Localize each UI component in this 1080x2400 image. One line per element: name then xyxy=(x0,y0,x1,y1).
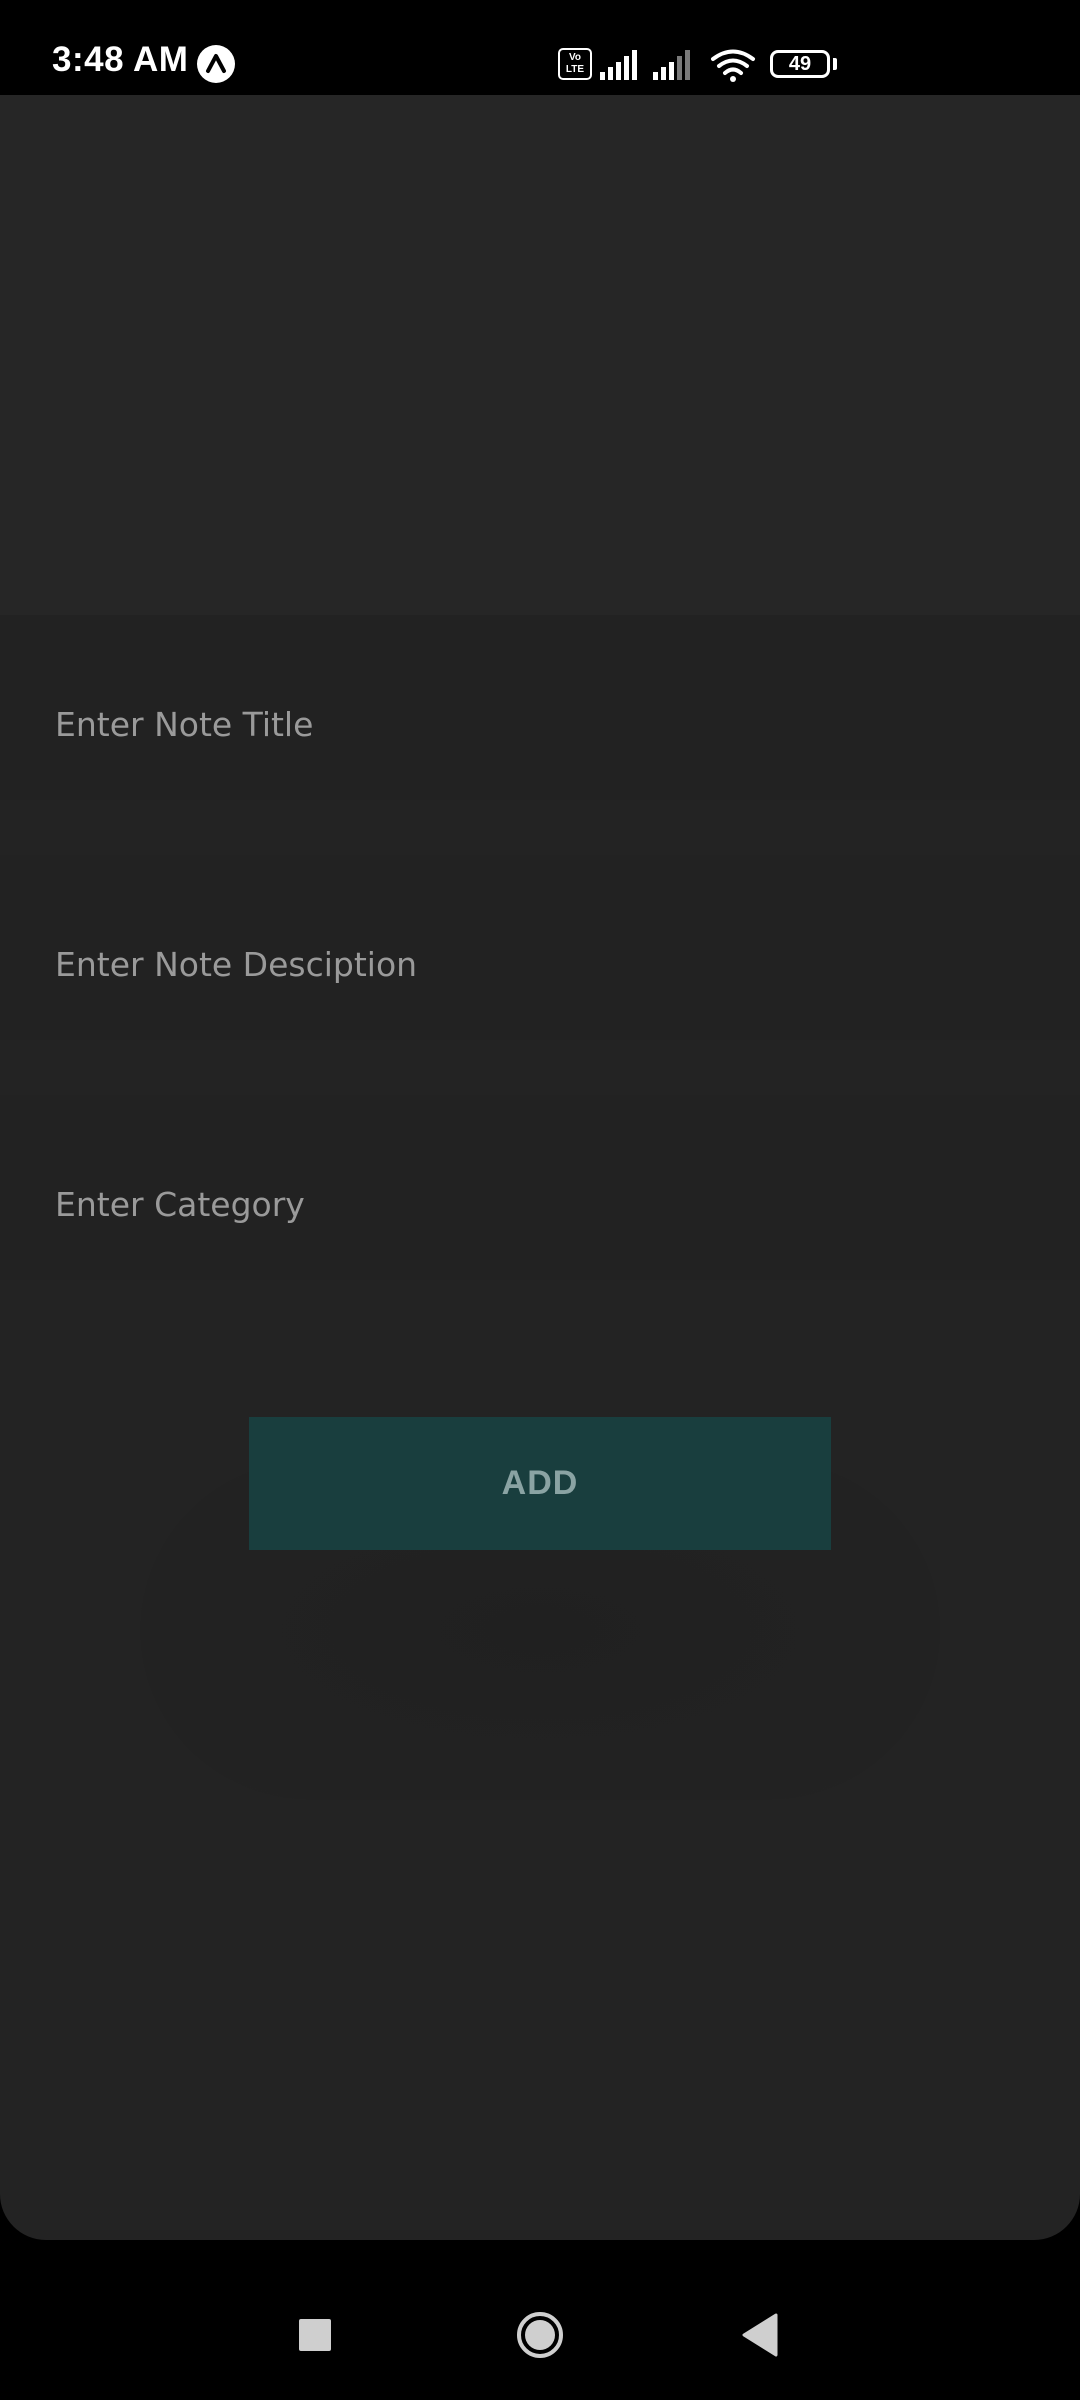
battery-icon: 49 xyxy=(770,50,830,78)
lte-text: LTE xyxy=(565,64,585,75)
add-button[interactable]: ADD xyxy=(249,1417,831,1550)
volte-text: Vo xyxy=(568,52,582,63)
note-title-field[interactable]: Enter Note Title xyxy=(0,615,1080,800)
signal-icon xyxy=(600,50,637,80)
category-placeholder: Enter Category xyxy=(55,1185,305,1224)
note-description-placeholder: Enter Note Desciption xyxy=(55,945,418,984)
status-icons: Vo LTE 49 xyxy=(558,46,838,84)
battery-tip xyxy=(833,58,837,70)
back-icon[interactable] xyxy=(740,2312,780,2358)
status-time: 3:48 AM xyxy=(52,40,189,79)
recents-icon[interactable] xyxy=(299,2319,331,2351)
note-description-field[interactable]: Enter Note Desciption xyxy=(0,855,1080,1040)
wifi-icon xyxy=(711,49,755,82)
home-icon[interactable] xyxy=(515,2310,565,2360)
app-notification-icon xyxy=(197,45,235,83)
navigation-bar xyxy=(0,2270,1080,2400)
status-bar: 3:48 AM Vo LTE 49 xyxy=(0,0,1080,95)
volte-icon: Vo LTE xyxy=(558,48,592,80)
add-note-screen: Enter Note Title Enter Note Desciption E… xyxy=(0,95,1080,2240)
signal-icon xyxy=(653,50,690,80)
note-title-placeholder: Enter Note Title xyxy=(55,705,314,744)
top-area xyxy=(0,95,1080,615)
category-field[interactable]: Enter Category xyxy=(0,1095,1080,1280)
